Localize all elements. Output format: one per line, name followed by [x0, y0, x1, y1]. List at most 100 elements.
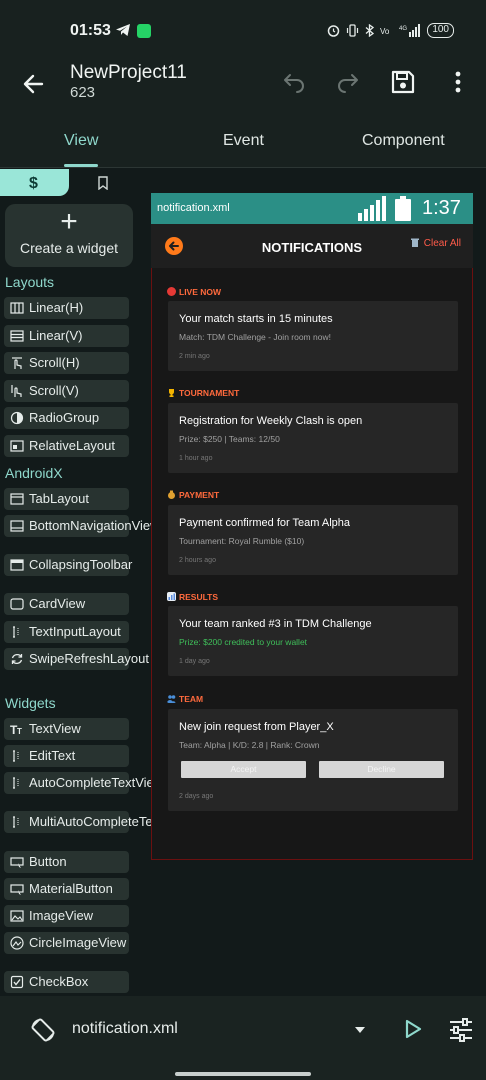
plus-icon: +: [60, 205, 78, 238]
tab-layout-icon: [10, 493, 24, 505]
palette-item-swiperefreshlayout[interactable]: SwipeRefreshLayout: [4, 648, 149, 670]
redo-icon[interactable]: [335, 70, 361, 96]
more-options-icon[interactable]: [448, 68, 468, 96]
decline-button[interactable]: Decline: [319, 761, 444, 778]
palette-item-linear-h[interactable]: Linear(H): [4, 297, 129, 319]
bookmark-icon: [98, 176, 108, 190]
chevron-down-icon[interactable]: [354, 1026, 366, 1034]
palette-item-autocompletetextview[interactable]: AutoCompleteTextView: [4, 772, 163, 794]
bluetooth-icon: [365, 24, 375, 37]
bookmarks-palette-tab[interactable]: [69, 169, 136, 196]
notification-card[interactable]: Payment confirmed for Team Alpha Tournam…: [168, 505, 458, 575]
palette-item-checkbox[interactable]: CheckBox: [4, 971, 129, 993]
palette-item-materialbutton[interactable]: MaterialButton: [4, 878, 129, 900]
notification-header: NOTIFICATIONS Clear All: [151, 224, 473, 268]
palette-toggle: $: [0, 169, 136, 196]
status-notification-icons: [115, 22, 151, 38]
notification-time: 2 days ago: [179, 793, 214, 800]
create-widget-button[interactable]: + Create a widget: [5, 204, 133, 267]
notification-card[interactable]: Registration for Weekly Clash is open Pr…: [168, 403, 458, 473]
battery-icon: [395, 196, 411, 221]
palette-item-textinputlayout[interactable]: TextInputLayout: [4, 621, 129, 643]
money-bag-icon: [168, 490, 175, 499]
current-file-name[interactable]: notification.xml: [72, 1020, 178, 1038]
palette-item-collapsingtoolbar[interactable]: CollapsingToolbar: [4, 554, 132, 576]
status-system-icons: Vo 4G 100: [327, 23, 454, 38]
palette-item-edittext[interactable]: EditText: [4, 745, 129, 767]
edit-text-icon: [13, 750, 19, 762]
relative-layout-icon: [10, 440, 24, 452]
palette-item-textview[interactable]: T T TextView: [4, 718, 129, 740]
palette-item-label: SwipeRefreshLayout: [29, 651, 149, 666]
screen-rotation-icon[interactable]: [30, 1017, 56, 1043]
notification-time: 2 min ago: [179, 353, 210, 360]
palette-item-multiautocompletetextview[interactable]: MultiAutoCompleteTextView: [4, 811, 191, 833]
radio-group-icon: [10, 411, 24, 425]
notification-title: Your team ranked #3 in TDM Challenge: [179, 618, 372, 630]
section-widgets: Widgets: [5, 695, 56, 711]
back-button[interactable]: [20, 70, 48, 98]
palette-item-cardview[interactable]: CardView: [4, 593, 129, 615]
tab-view[interactable]: View: [64, 132, 98, 150]
notification-subtitle: Match: TDM Challenge - Join room now!: [179, 332, 331, 342]
signal-icon: [358, 196, 386, 221]
tab-event[interactable]: Event: [223, 132, 264, 150]
accept-button[interactable]: Accept: [181, 761, 306, 778]
undo-icon[interactable]: [281, 70, 307, 96]
section-androidx: AndroidX: [5, 465, 63, 481]
palette-item-label: Scroll(H): [29, 355, 80, 370]
preview-time: 1:37: [422, 197, 461, 219]
signal-4g-icon: 4G: [399, 24, 421, 37]
notification-card[interactable]: Your team ranked #3 in TDM Challenge Pri…: [168, 606, 458, 676]
palette-item-button[interactable]: Button: [4, 851, 129, 873]
telegram-icon: [116, 24, 130, 36]
palette-item-label: AutoCompleteTextView: [29, 775, 164, 790]
svg-text:4G: 4G: [399, 26, 407, 32]
multi-autocomplete-icon: [13, 816, 19, 828]
refresh-icon: [11, 653, 23, 665]
palette-item-label: TextView: [29, 721, 81, 736]
palette-item-label: MaterialButton: [29, 881, 113, 896]
people-icon: [167, 695, 176, 703]
category-team: TEAM: [167, 694, 203, 704]
palette-item-scroll-h[interactable]: Scroll(H): [4, 352, 129, 374]
svg-text:$: $: [29, 175, 38, 191]
palette-item-label: RelativeLayout: [29, 438, 115, 453]
tune-settings-icon[interactable]: [449, 1018, 473, 1042]
status-time: 01:53: [70, 22, 111, 39]
palette-item-scroll-v[interactable]: Scroll(V): [4, 380, 129, 402]
run-icon[interactable]: [404, 1019, 422, 1039]
palette-item-radiogroup[interactable]: RadioGroup: [4, 407, 129, 429]
notification-card[interactable]: New join request from Player_X Team: Alp…: [168, 709, 458, 811]
palette-item-tablayout[interactable]: TabLayout: [4, 488, 129, 510]
notification-card[interactable]: Your match starts in 15 minutes Match: T…: [168, 301, 458, 371]
text-input-icon: [13, 626, 19, 638]
clear-all-button[interactable]: Clear All: [410, 237, 461, 249]
category-label: RESULTS: [179, 592, 219, 602]
alarm-icon: [328, 25, 340, 37]
palette-item-bottomnavigationview[interactable]: BottomNavigationView: [4, 515, 160, 537]
palette-item-relativelayout[interactable]: RelativeLayout: [4, 435, 129, 457]
text-view-icon: TT: [10, 723, 22, 736]
whatsapp-icon: [137, 24, 151, 38]
autocomplete-icon: [13, 777, 19, 789]
palette-item-imageview[interactable]: ImageView: [4, 905, 129, 927]
palette-item-label: ImageView: [29, 908, 94, 923]
notification-title: Your match starts in 15 minutes: [179, 313, 333, 325]
bar-chart-icon: [167, 592, 176, 601]
save-icon[interactable]: [389, 68, 417, 96]
widgets-palette-tab[interactable]: $: [0, 169, 69, 196]
palette-item-circleimageview[interactable]: CircleImageView: [4, 932, 129, 954]
swipe-horizontal-icon: [12, 357, 22, 369]
battery-indicator: 100: [427, 23, 454, 38]
palette-item-label: TextInputLayout: [29, 624, 121, 639]
home-indicator[interactable]: [175, 1072, 311, 1076]
preview-file-name: notification.xml: [157, 202, 230, 214]
notification-subtitle: Team: Alpha | K/D: 2.8 | Rank: Crown: [179, 740, 320, 750]
create-widget-label: Create a widget: [19, 240, 119, 256]
tab-component[interactable]: Component: [362, 132, 445, 150]
bottom-navigation-icon: [10, 520, 24, 532]
category-label: PAYMENT: [179, 490, 220, 500]
palette-item-label: Linear(V): [29, 328, 83, 343]
palette-item-linear-v[interactable]: Linear(V): [4, 325, 129, 347]
